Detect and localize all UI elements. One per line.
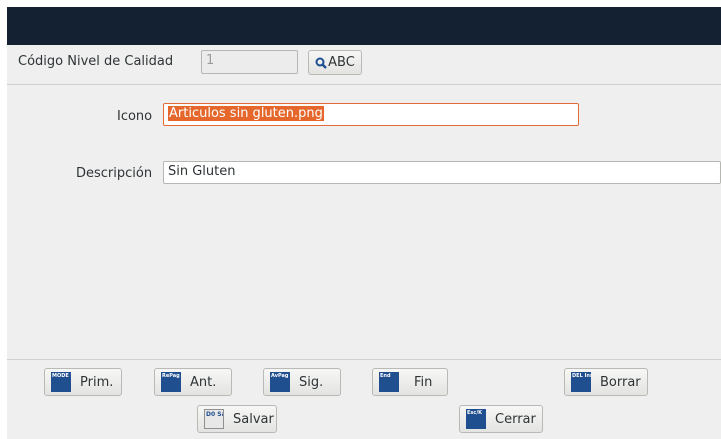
borrar-button[interactable]: DEL Ins. Borrar: [564, 368, 648, 396]
gear-end-icon: End: [379, 372, 399, 392]
repag-key-icon: RePag: [161, 372, 181, 392]
icono-input[interactable]: Articulos sin gluten.png: [163, 103, 579, 126]
cerrar-button[interactable]: Esc/K Cerrar: [459, 405, 543, 433]
mode-key-icon: MODE Inicio: [51, 372, 71, 392]
fin-button[interactable]: End Fin: [372, 368, 448, 396]
esc-key-icon: Esc/K: [466, 409, 486, 429]
avpag-key-icon: AvPag: [270, 372, 290, 392]
abc-label: ABC: [328, 55, 355, 70]
ant-button[interactable]: RePag Ant.: [154, 368, 232, 396]
salvar-label: Salvar: [233, 411, 274, 427]
save-key-icon: D0 Save: [204, 409, 224, 429]
search-icon: [315, 57, 328, 69]
fin-label: Fin: [414, 374, 433, 390]
cerrar-label: Cerrar: [495, 411, 536, 427]
borrar-label: Borrar: [600, 374, 641, 390]
icono-label: Icono: [117, 109, 153, 124]
codigo-label: Código Nivel de Calidad: [18, 54, 174, 69]
prim-label: Prim.: [80, 374, 114, 390]
descripcion-input[interactable]: Sin Gluten: [163, 161, 721, 184]
search-abc-button[interactable]: ABC: [308, 50, 362, 75]
ant-label: Ant.: [190, 374, 217, 390]
codigo-value: 1: [206, 53, 215, 68]
codigo-field: 1: [201, 50, 298, 74]
icono-value: Articulos sin gluten.png: [168, 106, 324, 121]
sig-label: Sig.: [299, 374, 324, 390]
sig-button[interactable]: AvPag Sig.: [263, 368, 341, 396]
del-key-icon: DEL Ins.: [571, 372, 591, 392]
descripcion-value: Sin Gluten: [168, 164, 236, 179]
prim-button[interactable]: MODE Inicio Prim.: [44, 368, 122, 396]
descripcion-label: Descripción: [76, 166, 153, 181]
salvar-button[interactable]: D0 Save Salvar: [197, 405, 277, 433]
title-bar: [7, 7, 721, 45]
